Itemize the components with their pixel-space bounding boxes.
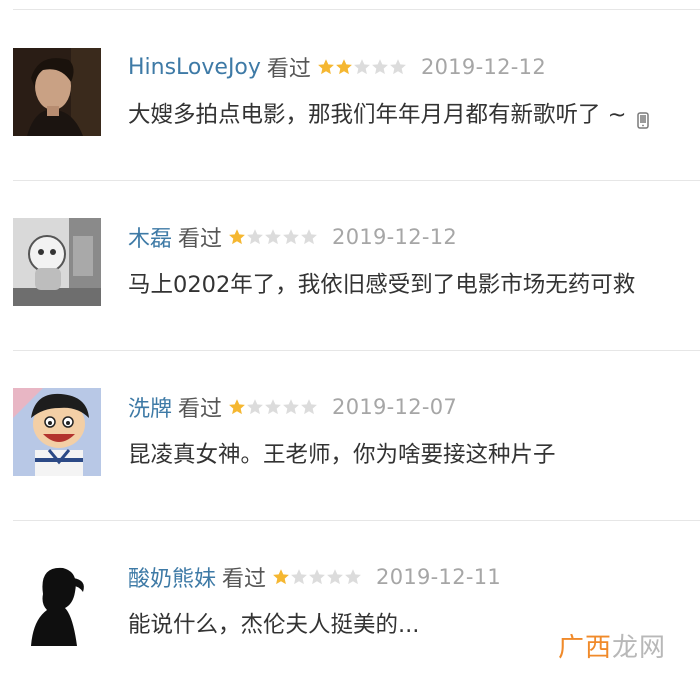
star-empty-icon	[354, 59, 370, 75]
review-text: 昆凌真女神。王老师，你为啥要接这种片子	[128, 442, 556, 468]
watch-status: 看过	[178, 227, 223, 252]
avatar[interactable]	[13, 388, 101, 476]
username-link[interactable]: 酸奶熊妹	[128, 561, 216, 593]
review-date: 2019-12-11	[376, 565, 502, 589]
username-link[interactable]: 木磊	[128, 221, 172, 253]
star-empty-icon	[301, 229, 317, 245]
star-empty-icon	[372, 59, 388, 75]
username-link[interactable]: 洗牌	[128, 391, 172, 423]
username-link[interactable]: HinsLoveJoy	[128, 55, 261, 80]
man-portrait-icon	[13, 48, 101, 136]
star-filled-icon	[336, 59, 352, 75]
review-text: 能说什么，杰伦夫人挺美的...	[128, 612, 420, 638]
star-empty-icon	[390, 59, 406, 75]
star-empty-icon	[283, 399, 299, 415]
watch-status: 看过	[222, 567, 267, 592]
review-item: 木磊 看过 2019-12-12 马上0202年了，我依旧感受到了电影市场无药可…	[0, 170, 700, 340]
star-rating	[228, 398, 318, 416]
star-empty-icon	[345, 569, 361, 585]
woman-silhouette-icon	[13, 558, 101, 646]
watermark-part2: 龙网	[611, 633, 666, 663]
star-empty-icon	[327, 569, 343, 585]
star-rating	[228, 228, 318, 246]
watch-status: 看过	[266, 57, 311, 82]
star-empty-icon	[301, 399, 317, 415]
review-text: 大嫂多拍点电影，那我们年年月月都有新歌听了 ~	[128, 102, 627, 128]
avatar[interactable]	[13, 558, 101, 646]
star-filled-icon	[229, 229, 245, 245]
review-item: 洗牌 看过 2019-12-07 昆凌真女神。王老师，你为啥要接这种片子	[0, 340, 700, 510]
review-date: 2019-12-12	[332, 225, 458, 249]
star-rating	[317, 58, 407, 76]
mobile-phone-icon	[636, 109, 649, 129]
review-date: 2019-12-07	[332, 395, 458, 419]
avatar[interactable]	[13, 218, 101, 306]
star-rating	[272, 568, 362, 586]
review-text: 马上0202年了，我依旧感受到了电影市场无药可救	[128, 272, 636, 298]
star-empty-icon	[265, 229, 281, 245]
avatar[interactable]	[13, 48, 101, 136]
watermark-part1: 广西	[557, 633, 612, 663]
watch-status: 看过	[178, 397, 223, 422]
review-item: HinsLoveJoy 看过 2019-12-12 大嫂多拍点电影，那我们年年月…	[0, 0, 700, 170]
star-empty-icon	[291, 569, 307, 585]
star-empty-icon	[309, 569, 325, 585]
star-filled-icon	[229, 399, 245, 415]
star-filled-icon	[273, 569, 289, 585]
review-date: 2019-12-12	[420, 55, 546, 79]
star-empty-icon	[247, 229, 263, 245]
site-watermark: 广西龙网	[558, 627, 666, 664]
star-filled-icon	[318, 59, 334, 75]
cartoon-boy-icon	[13, 388, 101, 476]
star-empty-icon	[283, 229, 299, 245]
star-empty-icon	[265, 399, 281, 415]
star-empty-icon	[247, 399, 263, 415]
figurine-photo-icon	[13, 218, 101, 306]
